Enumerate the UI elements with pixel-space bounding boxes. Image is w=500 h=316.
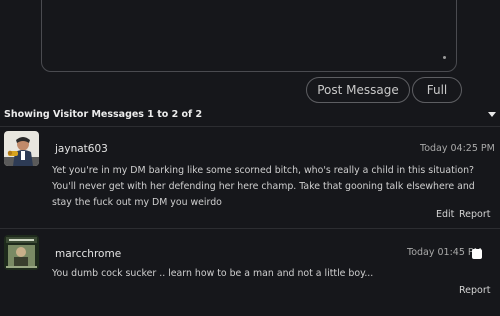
message-username[interactable]: marcchrome (55, 248, 121, 260)
resize-grip[interactable] (443, 56, 446, 59)
full-editor-button[interactable]: Full (412, 77, 462, 103)
edit-link[interactable]: Edit (436, 209, 454, 220)
report-link[interactable]: Report (459, 285, 491, 296)
message-timestamp: Today 01:45 PM (407, 247, 482, 258)
message-editor[interactable] (41, 0, 457, 72)
avatar[interactable] (4, 131, 39, 166)
post-message-button[interactable]: Post Message (306, 77, 410, 103)
collapse-caret-icon[interactable] (488, 112, 496, 117)
message-text: Yet you're in my DM barking like some sc… (52, 165, 475, 208)
visitor-messages-page: Post Message Full Showing Visitor Messag… (0, 0, 500, 316)
divider (0, 126, 500, 127)
avatar[interactable] (4, 235, 39, 270)
message-text: You dumb cock sucker .. learn how to be … (52, 268, 374, 279)
select-checkbox[interactable] (472, 249, 482, 259)
report-link[interactable]: Report (459, 209, 491, 220)
avatar-image (4, 131, 39, 166)
section-title: Showing Visitor Messages 1 to 2 of 2 (4, 109, 203, 120)
divider (0, 228, 500, 229)
message-username[interactable]: jaynat603 (55, 143, 108, 155)
message-timestamp: Today 04:25 PM (420, 143, 495, 154)
avatar-image (4, 235, 39, 270)
